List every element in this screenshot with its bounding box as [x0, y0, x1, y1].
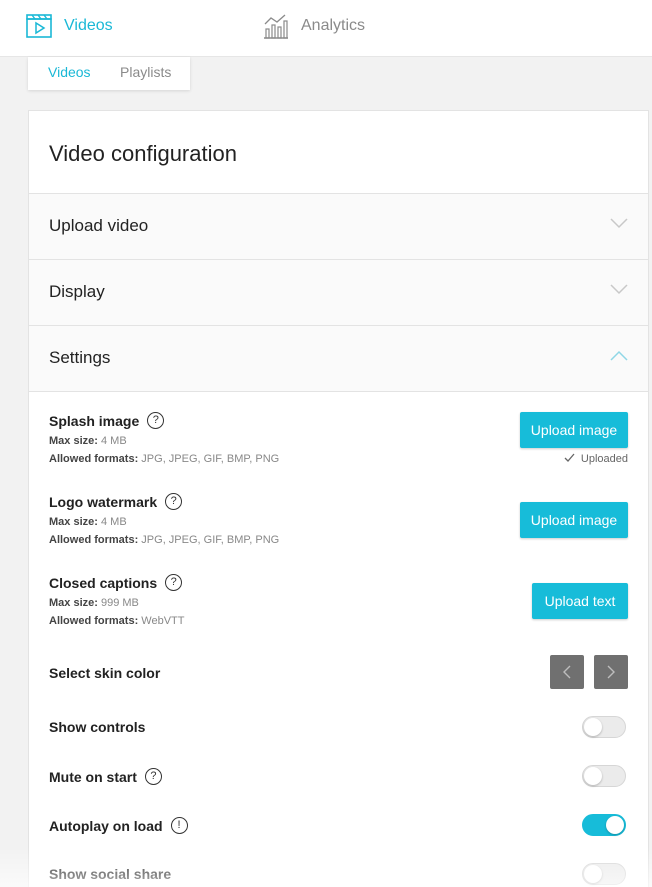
- splash-upload-status: Uploaded: [564, 453, 628, 465]
- tab-playlists[interactable]: Playlists: [120, 64, 171, 80]
- max-size-label: Max size:: [49, 597, 98, 609]
- help-icon[interactable]: ?: [165, 574, 183, 591]
- skin-color-label: Select skin color: [49, 665, 161, 681]
- video-configuration-card: Video configuration Upload video Display…: [28, 110, 649, 887]
- show-controls-toggle[interactable]: [582, 716, 626, 738]
- chevron-right-icon: [607, 665, 615, 679]
- nav-videos-label: Videos: [64, 17, 113, 34]
- bar-chart-icon: [264, 14, 288, 39]
- chevron-down-icon: [610, 284, 628, 295]
- toggle-knob: [584, 767, 602, 785]
- section-display-label: Display: [49, 282, 105, 301]
- upload-logo-image-button[interactable]: Upload image: [520, 502, 628, 538]
- section-settings-label: Settings: [49, 348, 111, 367]
- page-title: Video configuration: [49, 141, 237, 166]
- section-upload-video[interactable]: Upload video: [29, 193, 648, 259]
- mute-on-start-label: Mute on start: [49, 768, 137, 785]
- show-controls-label: Show controls: [49, 719, 146, 735]
- show-controls-title: Show controls: [49, 719, 145, 735]
- closed-captions-label: Closed captions: [49, 574, 158, 591]
- section-display[interactable]: Display: [29, 259, 648, 325]
- social-share-title: Show social share: [49, 866, 171, 882]
- chevron-left-icon: [563, 665, 571, 679]
- help-icon[interactable]: ?: [144, 768, 162, 785]
- chevron-up-icon: [610, 350, 628, 361]
- allowed-formats-label: Allowed formats:: [49, 453, 139, 465]
- nav-videos[interactable]: Videos: [26, 0, 113, 52]
- settings-panel: Splash image ? Max size: 4 MB Allowed fo…: [29, 391, 648, 887]
- logo-watermark-formats: Allowed formats: JPG, JPEG, GIF, BMP, PN…: [49, 534, 279, 546]
- nav-analytics-label: Analytics: [301, 17, 366, 34]
- mute-on-start-title: Mute on start ?: [49, 768, 162, 785]
- video-clapper-icon: [26, 14, 52, 38]
- closed-captions-max-size: Max size: 999 MB: [49, 597, 139, 609]
- toggle-knob: [584, 718, 602, 736]
- nav-analytics[interactable]: Analytics: [263, 0, 365, 52]
- top-navigation: Videos Analytics: [0, 0, 652, 57]
- max-size-value: 4 MB: [100, 516, 127, 528]
- splash-image-max-size: Max size: 4 MB: [49, 435, 127, 447]
- upload-splash-image-button[interactable]: Upload image: [520, 412, 628, 448]
- mute-on-start-toggle[interactable]: [582, 765, 626, 787]
- allowed-formats-value: WebVTT: [141, 615, 185, 627]
- skin-color-title: Select skin color: [49, 665, 160, 681]
- chevron-down-icon: [610, 218, 628, 229]
- help-icon[interactable]: ?: [165, 493, 183, 510]
- autoplay-title: Autoplay on load !: [49, 817, 188, 834]
- allowed-formats-label: Allowed formats:: [49, 615, 139, 627]
- logo-watermark-max-size: Max size: 4 MB: [49, 516, 127, 528]
- max-size-value: 4 MB: [100, 435, 127, 447]
- logo-watermark-label: Logo watermark: [49, 493, 158, 510]
- sub-tabs: Videos Playlists: [28, 57, 190, 90]
- max-size-label: Max size:: [49, 516, 98, 528]
- info-icon[interactable]: !: [170, 817, 188, 834]
- closed-captions-title: Closed captions ?: [49, 574, 183, 591]
- splash-image-formats: Allowed formats: JPG, JPEG, GIF, BMP, PN…: [49, 453, 279, 465]
- uploaded-label: Uploaded: [580, 453, 628, 465]
- allowed-formats-value: JPG, JPEG, GIF, BMP, PNG: [141, 534, 280, 546]
- allowed-formats-value: JPG, JPEG, GIF, BMP, PNG: [141, 453, 280, 465]
- upload-captions-button[interactable]: Upload text: [532, 583, 628, 619]
- social-share-label: Show social share: [49, 866, 172, 882]
- toggle-knob: [584, 865, 602, 883]
- skin-prev-button[interactable]: [550, 655, 584, 689]
- social-share-toggle[interactable]: [582, 863, 626, 885]
- check-icon: [564, 453, 575, 465]
- toggle-knob: [606, 816, 624, 834]
- splash-image-title: Splash image ?: [49, 412, 165, 429]
- closed-captions-formats: Allowed formats: WebVTT: [49, 615, 185, 627]
- allowed-formats-label: Allowed formats:: [49, 534, 139, 546]
- max-size-label: Max size:: [49, 435, 98, 447]
- max-size-value: 999 MB: [100, 597, 139, 609]
- autoplay-toggle[interactable]: [582, 814, 626, 836]
- skin-next-button[interactable]: [594, 655, 628, 689]
- help-icon[interactable]: ?: [147, 412, 165, 429]
- autoplay-label: Autoplay on load: [49, 817, 163, 834]
- section-upload-video-label: Upload video: [49, 216, 149, 235]
- splash-image-label: Splash image: [49, 412, 140, 429]
- tab-videos[interactable]: Videos: [48, 64, 91, 80]
- logo-watermark-title: Logo watermark ?: [49, 493, 183, 510]
- section-settings[interactable]: Settings: [29, 325, 648, 391]
